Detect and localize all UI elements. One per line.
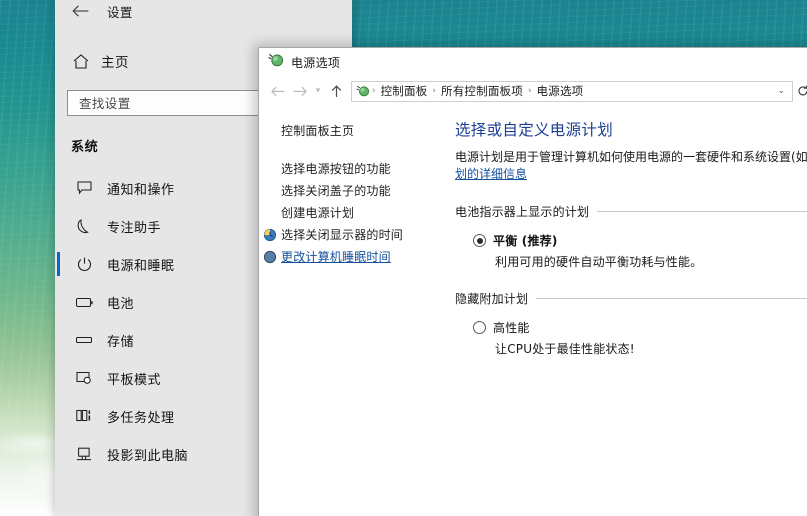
sidebar-item-label: 投影到此电脑 (107, 448, 189, 464)
storage-icon (71, 336, 97, 344)
group-label: 隐藏附加计划 (455, 292, 529, 306)
breadcrumb-item-power-options[interactable]: 电源选项 (534, 83, 587, 99)
radio-button[interactable] (473, 234, 486, 247)
settings-titlebar: 设置 (55, 0, 352, 30)
task-link-power-button-action[interactable]: 选择电源按钮的功能 (281, 158, 443, 180)
project-icon (71, 447, 97, 461)
content-description-link[interactable]: 划的详细信息 (455, 166, 807, 183)
multitask-icon (71, 409, 97, 423)
back-arrow-icon[interactable] (63, 0, 97, 26)
sleep-shield-icon (263, 250, 277, 264)
sidebar-item-label: 多任务处理 (107, 410, 175, 426)
task-link-lid-close-action[interactable]: 选择关闭盖子的功能 (281, 180, 443, 202)
battery-icon (71, 297, 97, 308)
sidebar-item-label: 电源和睡眠 (107, 258, 175, 274)
group-divider (536, 298, 807, 299)
plan-option-high-performance[interactable]: 高性能 (455, 319, 807, 336)
content-heading: 选择或自定义电源计划 (455, 121, 614, 139)
group-label: 电池指示器上显示的计划 (455, 205, 590, 219)
clock-shield-icon (263, 228, 277, 242)
power-options-body: 控制面板主页 选择电源按钮的功能 选择关闭盖子的功能 创建电源计划 选择关闭显示… (259, 106, 807, 516)
plan-description: 利用可用的硬件自动平衡功耗与性能。 (495, 255, 703, 269)
group-divider (597, 211, 807, 212)
power-plug-icon (356, 84, 370, 98)
task-link-label: 更改计算机睡眠时间 (281, 250, 391, 264)
content-description-text: 电源计划是用于管理计算机如何使用电源的一套硬件和系统设置(如显示器 (455, 150, 807, 164)
group-header-hidden-plans: 隐藏附加计划 (455, 290, 807, 307)
tasks-group-home: 控制面板主页 (281, 120, 443, 142)
power-options-title: 电源选项 (291, 55, 341, 70)
power-options-toolbar: ▾ › 控制面板 › 所有控制面板项 › 电源选项 ⌄ (259, 76, 807, 106)
sidebar-item-label: 平板模式 (107, 372, 162, 388)
address-bar[interactable]: › 控制面板 › 所有控制面板项 › 电源选项 ⌄ (351, 80, 793, 102)
sidebar-item-label: 通知和操作 (107, 182, 175, 198)
task-link-create-power-plan[interactable]: 创建电源计划 (281, 202, 443, 224)
power-plug-icon (268, 52, 284, 72)
home-icon (67, 53, 95, 69)
moon-icon (71, 218, 97, 234)
plan-name: 平衡 (推荐) (493, 234, 558, 248)
back-arrow-icon[interactable] (267, 80, 289, 102)
sidebar-item-label: 电池 (107, 296, 135, 312)
tasks-group-links: 选择电源按钮的功能 选择关闭盖子的功能 创建电源计划 选择关闭显示器的时间 更改… (263, 158, 443, 268)
task-link-label: 选择关闭显示器的时间 (281, 228, 404, 242)
chevron-down-icon[interactable]: ⌄ (772, 86, 790, 96)
up-arrow-icon[interactable] (325, 80, 347, 102)
plan-option-balanced[interactable]: 平衡 (推荐) (455, 232, 807, 249)
task-link-change-sleep-time[interactable]: 更改计算机睡眠时间 (263, 246, 443, 268)
breadcrumb-item-all-items[interactable]: 所有控制面板项 (438, 83, 526, 99)
breadcrumb-separator: › (372, 86, 376, 96)
breadcrumb-separator: › (527, 86, 532, 96)
sidebar-item-label: 存储 (107, 334, 135, 350)
forward-arrow-icon[interactable] (289, 80, 311, 102)
breadcrumb-separator: › (432, 86, 437, 96)
notification-icon (71, 181, 97, 195)
power-options-window: 电源选项 ▾ › 控制面板 › 所有控制面板项 › 电源选项 ⌄ 控制面板主页 … (258, 47, 807, 516)
plan-name: 高性能 (493, 321, 530, 335)
task-link-control-panel-home[interactable]: 控制面板主页 (281, 120, 443, 142)
group-header-battery-meter: 电池指示器上显示的计划 (455, 203, 807, 220)
power-icon (71, 257, 97, 272)
tablet-icon (71, 371, 97, 385)
watermark: ∽ (688, 496, 726, 516)
screen: 设置 主页 系统 通 (0, 0, 807, 516)
tasks-pane: 控制面板主页 选择电源按钮的功能 选择关闭盖子的功能 创建电源计划 选择关闭显示… (259, 106, 443, 516)
power-options-content: 选择或自定义电源计划 电源计划是用于管理计算机如何使用电源的一套硬件和系统设置(… (443, 106, 807, 516)
sidebar-item-label: 专注助手 (107, 220, 162, 236)
power-options-titlebar: 电源选项 (259, 48, 807, 76)
chevron-down-icon[interactable]: ▾ (311, 80, 325, 102)
content-description: 电源计划是用于管理计算机如何使用电源的一套硬件和系统设置(如显示器 划的详细信息 (455, 149, 807, 183)
plan-description: 让CPU处于最佳性能状态! (495, 342, 635, 356)
task-link-choose-display-off-time[interactable]: 选择关闭显示器的时间 (263, 224, 443, 246)
radio-button[interactable] (473, 321, 486, 334)
refresh-icon[interactable] (793, 81, 807, 102)
settings-window-title: 设置 (107, 4, 133, 20)
home-label: 主页 (101, 55, 129, 71)
breadcrumb-item-control-panel[interactable]: 控制面板 (378, 83, 431, 99)
